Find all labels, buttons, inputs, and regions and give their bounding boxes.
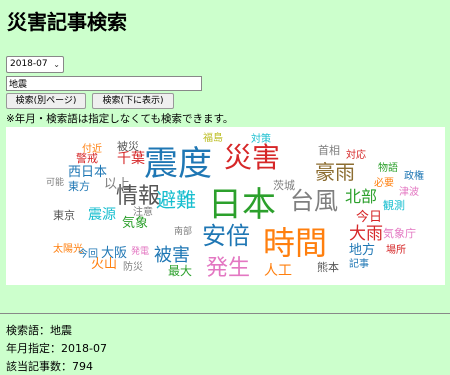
cloud-word: 大雨 [349, 224, 383, 244]
cloud-word: 東方 [68, 179, 90, 193]
cloud-word: 場所 [386, 243, 406, 256]
cloud-word: 西日本 [68, 165, 107, 180]
cloud-word: 人工 [264, 263, 292, 279]
result-count: 該当記事数：794 [6, 360, 93, 373]
cloud-word: 最大 [168, 264, 192, 278]
cloud-word: 時間 [263, 224, 327, 262]
cloud-word: 避難 [156, 188, 196, 212]
cloud-word: 震源 [88, 207, 116, 223]
cloud-word: 地方 [349, 242, 375, 258]
cloud-word: 物語 [378, 161, 398, 174]
word-cloud: 震度 災害 日本 時間 情報 安倍 避難 台風 豪雨 発生 被害 大雨 北部 西日本 震源 気象 人工 以上 千葉今… [6, 127, 445, 285]
cloud-word: 防災 [123, 260, 143, 273]
cloud-word: 注意 [133, 205, 153, 218]
cloud-word: 豪雨 [315, 160, 355, 184]
cloud-word: 観測 [383, 198, 405, 212]
cloud-word: 発生 [206, 256, 250, 281]
cloud-word: 対応 [346, 148, 366, 161]
result-month: 年月指定：2018-07 [6, 342, 107, 355]
result-keyword: 検索語：地震 [6, 324, 72, 337]
cloud-word: 気象庁 [383, 226, 416, 240]
cloud-word: 熊本 [317, 260, 339, 274]
cloud-word: 東京 [53, 208, 75, 222]
divider [0, 313, 450, 314]
cloud-word: 発電 [131, 245, 149, 257]
cloud-word: 記事 [349, 257, 369, 270]
cloud-word: 南部 [174, 225, 192, 237]
page-title: 災害記事検索 [7, 10, 127, 34]
search-below-button[interactable]: 検索(下に表示) [92, 93, 174, 109]
cloud-word: 災害 [224, 141, 280, 174]
cloud-word: 安倍 [202, 222, 250, 250]
cloud-word: 付近 [82, 142, 102, 155]
cloud-word: 台風 [290, 187, 338, 215]
cloud-word: 震度 [144, 144, 212, 184]
cloud-word: 津波 [399, 185, 419, 198]
cloud-word: 今回 [78, 247, 98, 260]
month-select[interactable]: 2018-07 ⌄ [6, 56, 64, 73]
cloud-word: 被害 [154, 245, 190, 266]
cloud-word: 政権 [404, 169, 424, 182]
cloud-word: 対策 [251, 132, 271, 145]
cloud-word: 以上 [104, 177, 130, 192]
search-input[interactable] [6, 76, 202, 91]
cloud-word: 首相 [318, 143, 340, 157]
cloud-word: 福島 [203, 131, 223, 144]
search-note: ※年月・検索語は指定しなくても検索できます。 [6, 113, 234, 125]
cloud-word: 必要 [374, 176, 394, 189]
search-new-page-button[interactable]: 検索(別ページ) [6, 93, 86, 109]
cloud-word: 可能 [46, 176, 64, 188]
cloud-word: 千葉 [117, 151, 145, 167]
cloud-word: 茨城 [273, 178, 295, 192]
chevron-down-icon: ⌄ [53, 60, 60, 69]
cloud-word: 日本 [208, 185, 276, 225]
word-cloud-svg: 震度 災害日本時間情報安倍避難 台風豪雨発生被害大雨北部西日本震源気象人工以上千葉今… [46, 131, 424, 281]
cloud-word: 今日 [356, 209, 382, 225]
cloud-word: 北部 [345, 187, 377, 206]
month-select-value: 2018-07 [10, 59, 48, 69]
cloud-word: 被災 [117, 140, 139, 153]
